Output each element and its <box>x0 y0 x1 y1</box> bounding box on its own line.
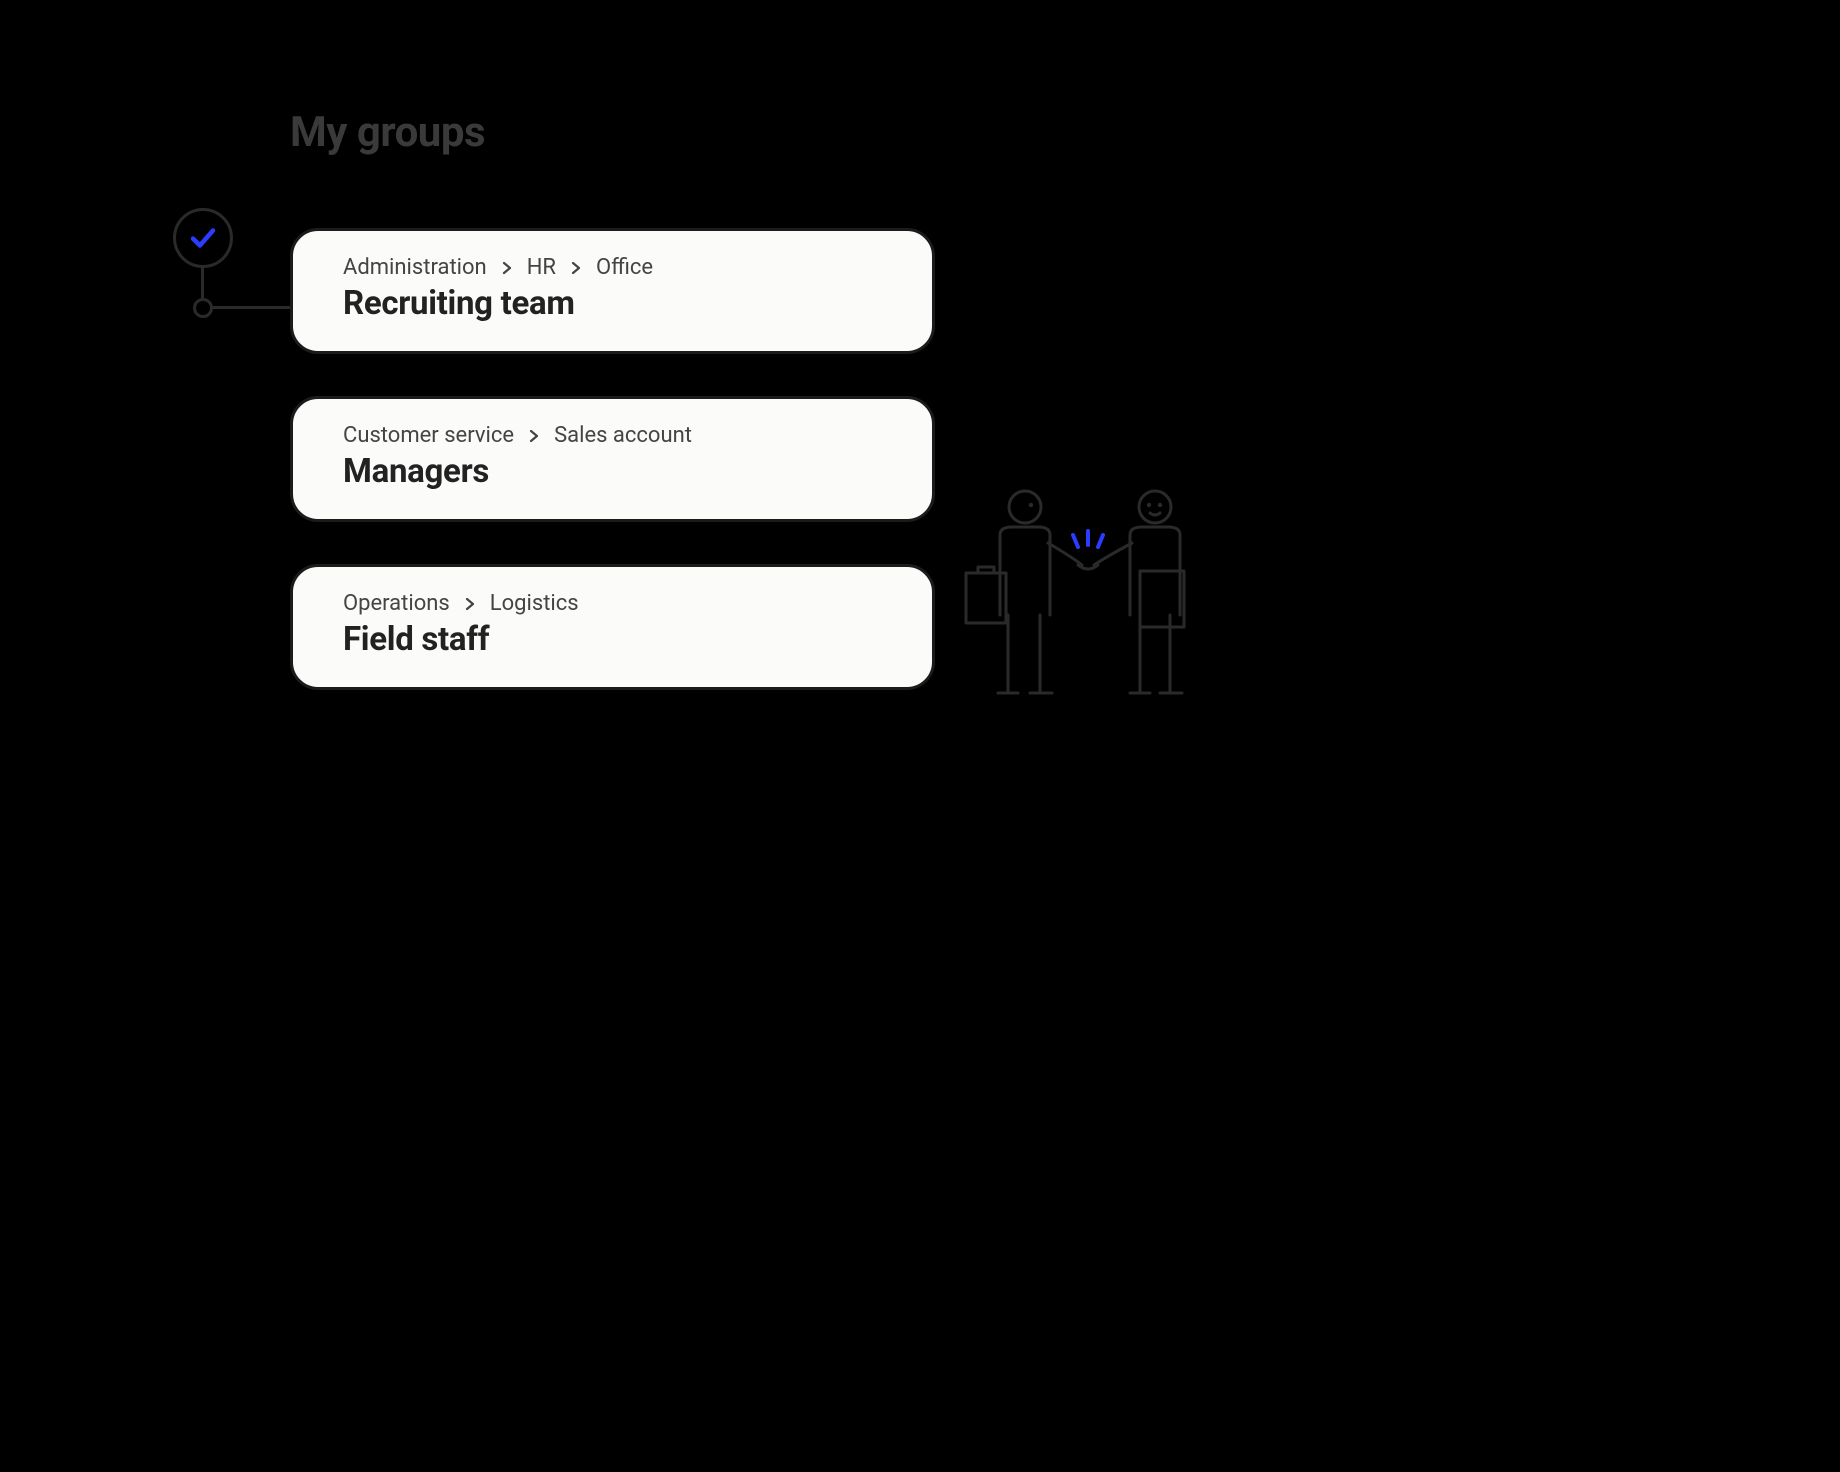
group-name: Managers <box>343 452 882 491</box>
breadcrumb-segment: Sales account <box>554 423 692 448</box>
chevron-right-icon <box>570 261 582 275</box>
group-card[interactable]: Administration HR Office Recruiting team <box>290 228 935 354</box>
breadcrumb-segment: Customer service <box>343 423 514 448</box>
group-name: Recruiting team <box>343 284 882 323</box>
breadcrumb: Operations Logistics <box>343 591 882 616</box>
connector-node-icon <box>193 298 213 318</box>
breadcrumb-segment: HR <box>527 255 556 280</box>
breadcrumb-segment: Operations <box>343 591 450 616</box>
group-name: Field staff <box>343 620 882 659</box>
page-title: My groups <box>290 108 485 157</box>
breadcrumb: Customer service Sales account <box>343 423 882 448</box>
breadcrumb: Administration HR Office <box>343 255 882 280</box>
selection-indicator <box>173 208 293 318</box>
group-list: Administration HR Office Recruiting team… <box>290 228 935 690</box>
breadcrumb-segment: Administration <box>343 255 487 280</box>
check-circle-icon <box>173 208 233 268</box>
chevron-right-icon <box>528 429 540 443</box>
breadcrumb-segment: Office <box>596 255 653 280</box>
chevron-right-icon <box>464 597 476 611</box>
group-card[interactable]: Operations Logistics Field staff <box>290 564 935 690</box>
group-card[interactable]: Customer service Sales account Managers <box>290 396 935 522</box>
chevron-right-icon <box>501 261 513 275</box>
handshake-illustration-icon <box>960 485 1220 705</box>
breadcrumb-segment: Logistics <box>490 591 579 616</box>
